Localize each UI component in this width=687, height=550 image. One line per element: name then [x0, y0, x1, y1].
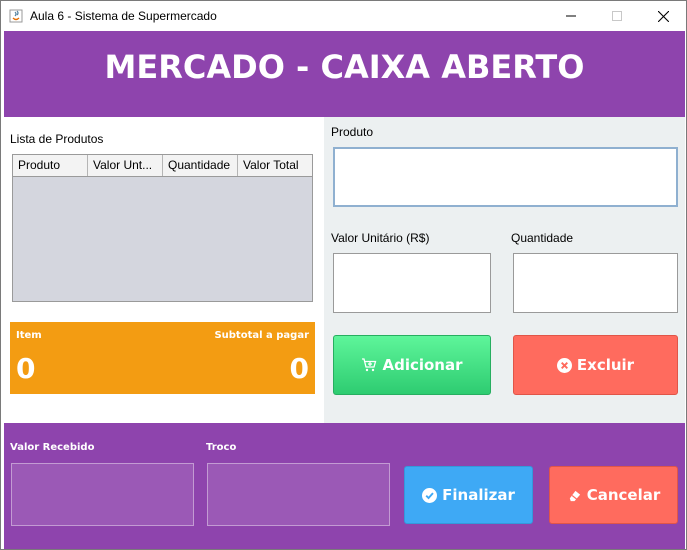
maximize-icon — [612, 11, 622, 21]
product-list-label: Lista de Produtos — [10, 132, 104, 146]
column-header-produto[interactable]: Produto — [13, 155, 88, 176]
finalizar-label: Finalizar — [442, 486, 515, 504]
finalizar-button[interactable]: Finalizar — [404, 466, 533, 524]
table-header: Produto Valor Unt... Quantidade Valor To… — [13, 155, 312, 177]
circle-x-icon — [556, 357, 572, 373]
java-app-icon — [9, 9, 23, 23]
cancelar-label: Cancelar — [586, 486, 661, 504]
produto-input[interactable] — [333, 147, 678, 207]
cancelar-button[interactable]: Cancelar — [549, 466, 678, 524]
quantidade-label: Quantidade — [511, 231, 574, 245]
eraser-icon — [569, 490, 580, 501]
adicionar-label: Adicionar — [382, 356, 463, 374]
column-header-valor-total[interactable]: Valor Total — [238, 155, 312, 176]
column-header-valor-unitario[interactable]: Valor Unt... — [88, 155, 163, 176]
excluir-label: Excluir — [576, 356, 635, 374]
product-form-panel: Produto Valor Unitário (R$) Quantidade A… — [324, 117, 685, 423]
excluir-button[interactable]: Excluir — [513, 335, 678, 395]
column-header-quantidade[interactable]: Quantidade — [163, 155, 238, 176]
maximize-button[interactable] — [594, 1, 640, 31]
header-banner: MERCADO - CAIXA ABERTO — [4, 31, 685, 117]
summary-box: Item Subtotal a pagar 0 0 — [10, 322, 315, 394]
valor-unitario-input[interactable] — [333, 253, 491, 313]
valor-recebido-input[interactable] — [11, 463, 194, 526]
produto-label: Produto — [331, 125, 374, 139]
adicionar-button[interactable]: Adicionar — [333, 335, 491, 395]
window-title: Aula 6 - Sistema de Supermercado — [30, 9, 217, 23]
item-count-label: Item — [16, 330, 42, 341]
cart-add-icon — [362, 358, 377, 372]
troco-input[interactable] — [207, 463, 390, 526]
minimize-button[interactable] — [548, 1, 594, 31]
valor-recebido-label: Valor Recebido — [10, 442, 95, 453]
troco-label: Troco — [206, 442, 237, 453]
minimize-icon — [566, 15, 576, 17]
app-window: Aula 6 - Sistema de Supermercado MERCADO… — [0, 0, 687, 550]
page-title: MERCADO - CAIXA ABERTO — [104, 48, 585, 86]
close-icon — [657, 10, 669, 22]
close-button[interactable] — [640, 1, 686, 31]
subtotal-value: 0 — [289, 352, 309, 385]
circle-check-icon — [422, 487, 438, 503]
subtotal-label: Subtotal a pagar — [214, 330, 309, 341]
quantidade-input[interactable] — [513, 253, 678, 313]
product-table[interactable]: Produto Valor Unt... Quantidade Valor To… — [12, 154, 313, 302]
title-bar[interactable]: Aula 6 - Sistema de Supermercado — [1, 1, 686, 31]
product-list-panel: Lista de Produtos Produto Valor Unt... Q… — [4, 117, 324, 423]
item-count-value: 0 — [16, 352, 36, 385]
valor-unitario-label: Valor Unitário (R$) — [331, 231, 430, 245]
payment-panel: Valor Recebido Troco Finalizar Cancelar — [4, 423, 685, 549]
